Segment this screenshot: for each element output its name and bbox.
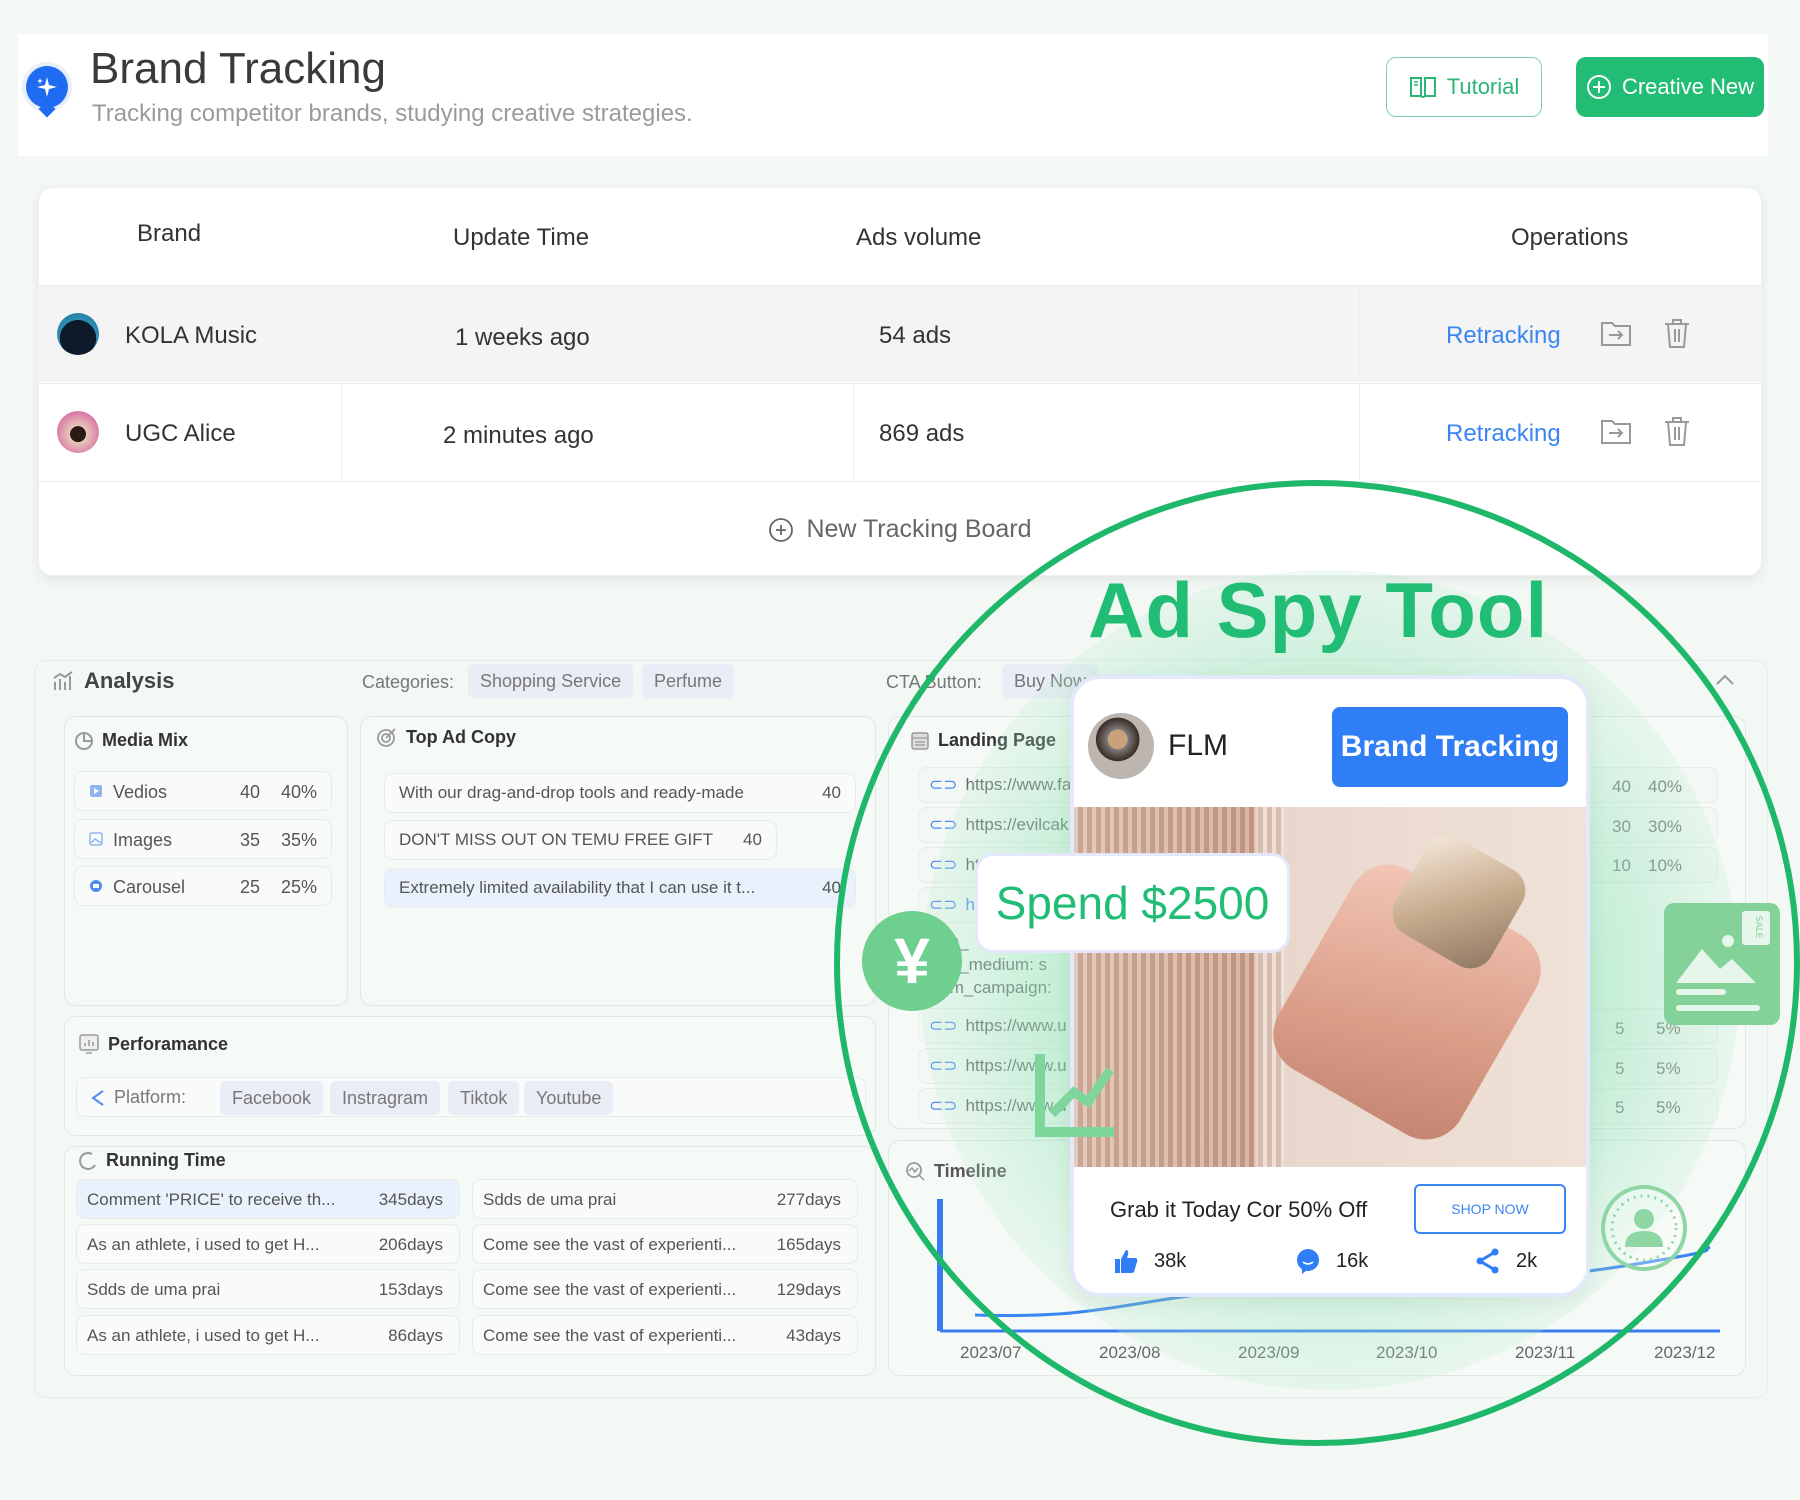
- sale-image-icon: SALE: [1664, 903, 1780, 1025]
- ad-copy-item[interactable]: DON'T MISS OUT ON TEMU FREE GIFT 40: [384, 820, 777, 860]
- page-subtitle: Tracking competitor brands, studying cre…: [92, 100, 693, 127]
- target-icon: [377, 728, 396, 747]
- category-chip[interactable]: Shopping Service: [468, 664, 634, 698]
- ad-copy-item[interactable]: Extremely limited availability that I ca…: [384, 868, 856, 908]
- table-row[interactable]: KOLA Music 1 weeks ago 54 ads Retracking: [39, 285, 1761, 382]
- pie-chart-icon: [75, 731, 93, 750]
- likes-stat: 38k: [1112, 1247, 1186, 1275]
- comments-stat: 16k: [1294, 1247, 1368, 1275]
- promo-headline: Ad Spy Tool: [1088, 566, 1549, 654]
- trash-icon[interactable]: [1660, 316, 1694, 350]
- share-icon: [91, 1090, 104, 1106]
- move-to-folder-icon[interactable]: [1599, 414, 1633, 448]
- ad-brand-avatar: [1088, 713, 1154, 779]
- analysis-title: Analysis: [52, 668, 175, 694]
- brand-name: KOLA Music: [125, 322, 258, 349]
- platform-chip[interactable]: Facebook: [220, 1081, 324, 1115]
- sparkle-icon: [26, 66, 68, 108]
- top-ad-copy-title: Top Ad Copy: [376, 726, 516, 748]
- brand-name: UGC Alice: [125, 420, 236, 447]
- update-time: 2 minutes ago: [443, 422, 594, 449]
- video-icon: [90, 785, 102, 797]
- x-tick-label: 2023/12: [1654, 1343, 1716, 1362]
- share-icon: [1476, 1248, 1499, 1274]
- media-mix-item[interactable]: Vedios 40 40%: [74, 771, 332, 811]
- collapse-chevron-icon[interactable]: [1714, 672, 1736, 688]
- ad-copy-item[interactable]: With our drag-and-drop tools and ready-m…: [384, 773, 856, 813]
- currency-yen-icon: ¥: [862, 911, 962, 1011]
- ad-caption: Grab it Today Cor 50% Off: [1110, 1197, 1368, 1222]
- move-to-folder-icon[interactable]: [1599, 316, 1633, 350]
- platform-chip[interactable]: Youtube: [524, 1081, 614, 1115]
- running-time-item[interactable]: As an athlete, i used to get H... 86days: [76, 1315, 460, 1355]
- ads-volume: 54 ads: [879, 322, 952, 349]
- monitor-chart-icon: [79, 1034, 99, 1054]
- retracking-link[interactable]: Retracking: [1446, 420, 1561, 448]
- top-ad-copy-card: [360, 716, 876, 1006]
- brand-avatar: [57, 411, 99, 453]
- ads-volume: 869 ads: [879, 420, 965, 447]
- col-ads-volume: Ads volume: [856, 224, 982, 251]
- update-time: 1 weeks ago: [455, 324, 590, 351]
- brand-avatar: [57, 313, 99, 355]
- running-time-item[interactable]: Come see the vast of experienti... 165day…: [472, 1224, 858, 1264]
- x-tick-label: 2023/07: [960, 1343, 1022, 1362]
- retracking-link[interactable]: Retracking: [1446, 322, 1561, 350]
- comment-bubble-icon: [1297, 1249, 1319, 1274]
- media-mix-item[interactable]: Images 35 35%: [74, 819, 332, 859]
- ad-preview-card: FLM Brand Tracking Grab it Today Cor 50%…: [1070, 675, 1590, 1297]
- thumbs-up-icon: [1115, 1250, 1138, 1273]
- platform-label: Platform:: [114, 1087, 187, 1107]
- categories-label: Categories:: [362, 672, 455, 692]
- creative-new-label: Creative New: [1621, 74, 1755, 99]
- performance-title: Perforamance: [78, 1033, 228, 1055]
- col-operations: Operations: [1511, 224, 1629, 251]
- ad-brand-name: FLM: [1168, 729, 1228, 762]
- media-mix-item[interactable]: Carousel 25 25%: [74, 866, 332, 906]
- platform-chip[interactable]: Tiktok: [448, 1081, 520, 1115]
- col-update-time: Update Time: [453, 224, 590, 251]
- bar-chart-icon: [53, 671, 73, 690]
- profile-badge-icon: [1601, 1185, 1687, 1271]
- table-header: Brand Update Time Ads volume Operations: [39, 188, 1761, 285]
- shares-stat: 2k: [1474, 1247, 1537, 1275]
- shop-now-button[interactable]: SHOP NOW: [1414, 1184, 1566, 1234]
- running-time-item[interactable]: Comment 'PRICE' to receive th... 345days: [76, 1179, 460, 1219]
- image-icon: [89, 832, 103, 846]
- plus-circle-icon: [1586, 75, 1611, 99]
- spend-badge: Spend $2500: [975, 853, 1290, 953]
- category-chip[interactable]: Perfume: [642, 664, 735, 698]
- page-title: Brand Tracking: [90, 44, 386, 93]
- tutorial-button[interactable]: Tutorial: [1386, 57, 1542, 117]
- media-mix-card: [64, 716, 348, 1006]
- platform-chip[interactable]: Instragram: [330, 1081, 441, 1115]
- running-time-item[interactable]: As an athlete, i used to get H... 206days: [76, 1224, 460, 1264]
- running-time-item[interactable]: Come see the vast of experienti... 43days: [472, 1315, 858, 1355]
- new-board-label: New Tracking Board: [806, 515, 1032, 543]
- running-time-item[interactable]: Come see the vast of experienti... 129day…: [472, 1269, 858, 1309]
- tutorial-label: Tutorial: [1446, 74, 1520, 99]
- running-time-item[interactable]: Sdds de uma prai 153days: [76, 1269, 460, 1309]
- book-icon: [1409, 77, 1436, 98]
- creative-new-button[interactable]: Creative New: [1576, 57, 1764, 117]
- running-time-title: Running Time: [78, 1150, 226, 1171]
- brand-tracking-button[interactable]: Brand Tracking: [1332, 707, 1568, 787]
- app-logo: [22, 62, 72, 112]
- running-time-item[interactable]: Sdds de uma prai 277days: [472, 1179, 858, 1219]
- table-row[interactable]: UGC Alice 2 minutes ago 869 ads Retracki…: [39, 383, 1761, 480]
- svg-text:SALE: SALE: [1753, 916, 1763, 939]
- media-mix-title: Media Mix: [74, 730, 188, 751]
- carousel-icon: [90, 880, 102, 892]
- clock-icon: [79, 1151, 96, 1170]
- trend-chart-icon: [1035, 1054, 1114, 1137]
- trash-icon[interactable]: [1660, 414, 1694, 448]
- plus-circle-icon: [769, 517, 794, 542]
- col-brand: Brand: [137, 220, 202, 247]
